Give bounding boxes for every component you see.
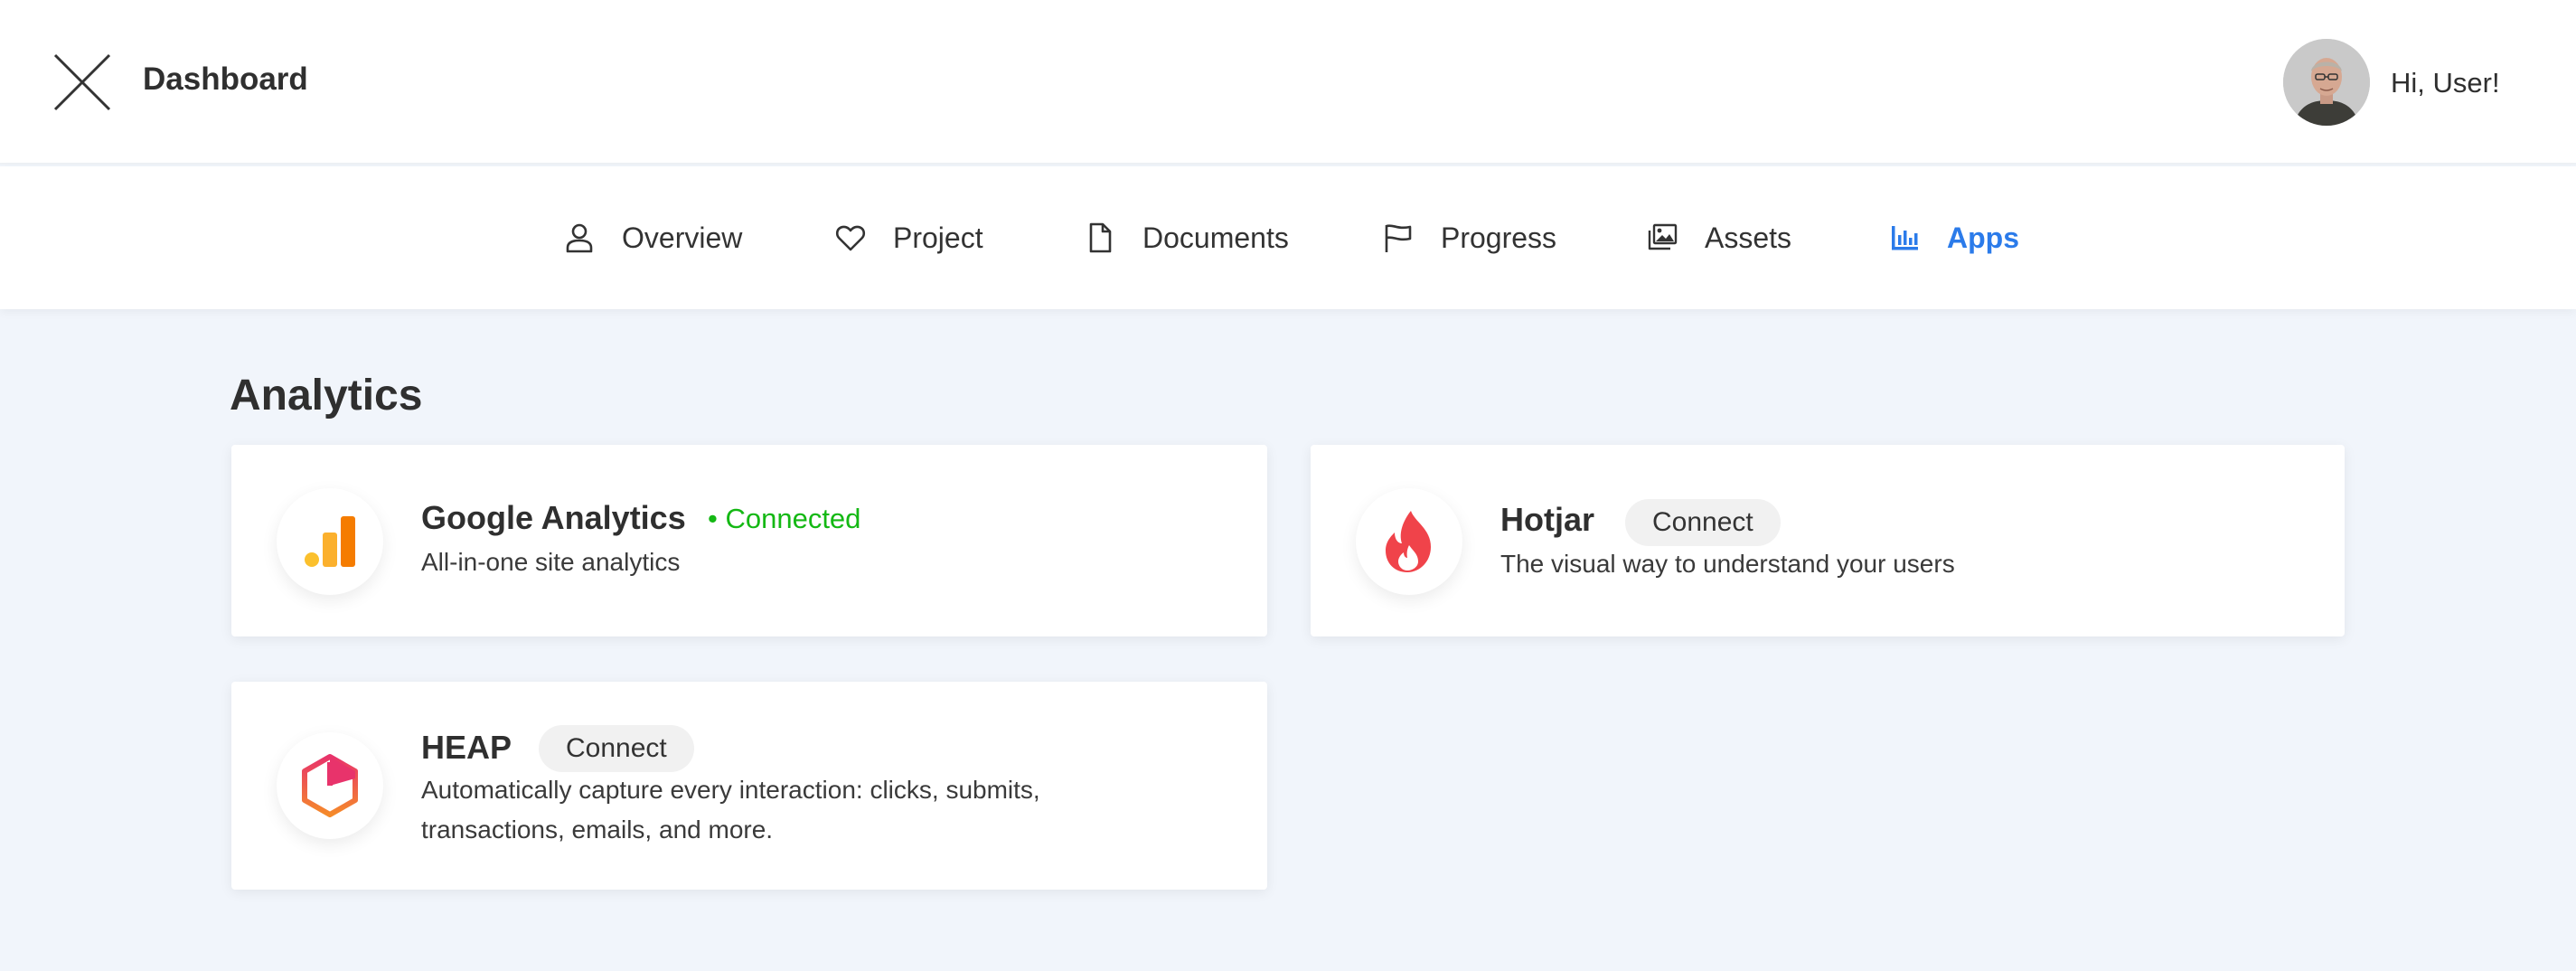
top-header: Dashboard Hi, User! (0, 0, 2576, 165)
images-icon (1648, 223, 1678, 250)
app-logo (277, 732, 383, 839)
app-name: HEAP (421, 729, 512, 766)
heap-hexagon-icon (302, 754, 358, 817)
section-title: Analytics (230, 372, 423, 420)
app-description: All-in-one site analytics (421, 548, 681, 576)
connect-button[interactable]: Connect (1625, 499, 1781, 546)
google-analytics-icon (305, 516, 355, 567)
tab-label: Project (893, 221, 983, 254)
heart-icon (835, 225, 866, 251)
page-title: Dashboard (143, 61, 308, 97)
status-badge: • Connected (708, 503, 861, 534)
app-card-google-analytics[interactable]: Google Analytics • Connected All-in-one … (231, 445, 1267, 636)
app-card-heap[interactable]: HEAP Connect Automatically capture every… (231, 682, 1267, 890)
app-name: Google Analytics (421, 499, 686, 536)
tab-documents[interactable]: Documents (1085, 206, 1289, 269)
close-button[interactable] (52, 52, 112, 112)
tab-label: Assets (1705, 221, 1792, 254)
close-icon (53, 53, 111, 111)
flag-icon (1385, 224, 1412, 252)
tab-assets[interactable]: Assets (1647, 206, 1791, 269)
bar-chart-icon (1892, 226, 1918, 250)
tab-label: Overview (622, 221, 743, 254)
hotjar-flame-icon (1386, 511, 1431, 572)
app-card-hotjar[interactable]: Hotjar Connect The visual way to underst… (1311, 445, 2345, 636)
user-icon (566, 223, 593, 253)
tab-overview[interactable]: Overview (564, 206, 742, 269)
tab-apps[interactable]: Apps (1889, 206, 2019, 269)
user-greeting: Hi, User! (2391, 67, 2500, 99)
tab-label: Documents (1142, 221, 1289, 254)
connect-button[interactable]: Connect (539, 725, 694, 772)
main-nav: Overview Project Documents Progress Asse… (0, 166, 2576, 309)
app-description: Automatically capture every interaction:… (421, 776, 1040, 844)
tab-progress[interactable]: Progress (1383, 206, 1556, 269)
avatar[interactable] (2283, 39, 2370, 126)
app-description: The visual way to understand your users (1500, 550, 1955, 578)
document-icon (1089, 222, 1112, 253)
tab-label: Progress (1441, 221, 1557, 254)
app-logo (277, 488, 383, 595)
tab-label: Apps (1947, 221, 2019, 254)
user-avatar-icon (2283, 39, 2370, 126)
app-name: Hotjar (1500, 501, 1595, 538)
app-logo (1356, 488, 1462, 595)
tab-project[interactable]: Project (835, 206, 983, 269)
